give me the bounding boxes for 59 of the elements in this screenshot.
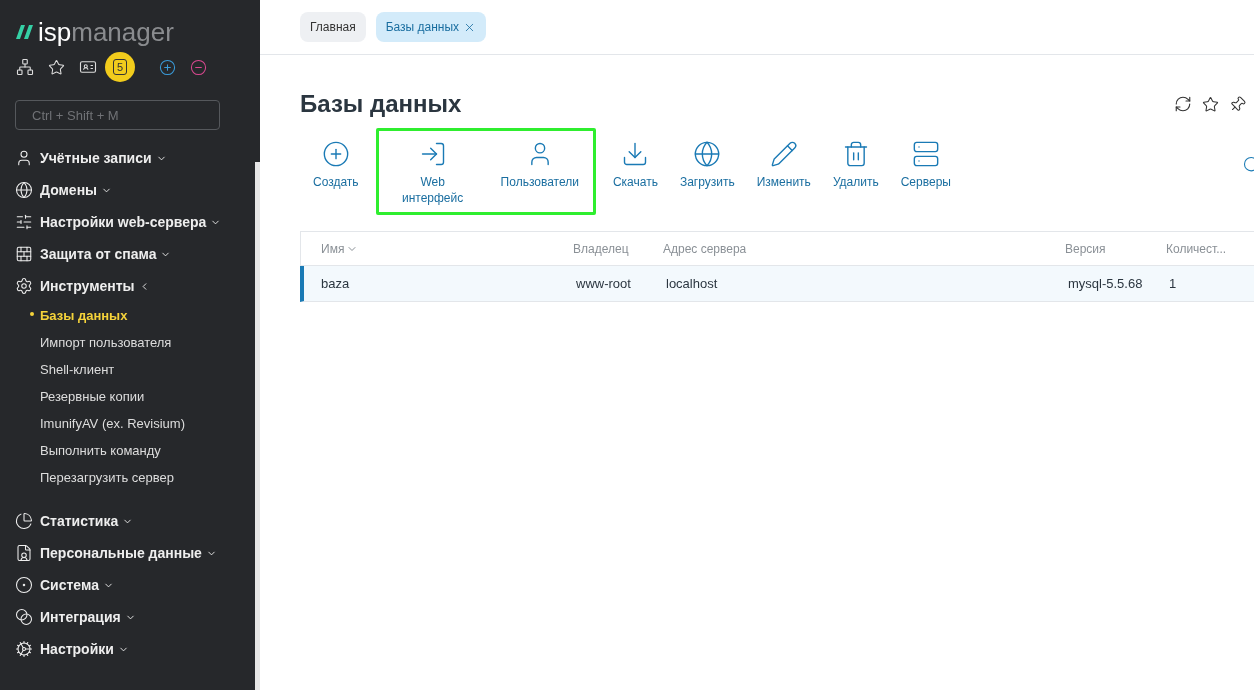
page-title: Базы данных xyxy=(300,89,463,119)
table-cell-text: baza xyxy=(320,274,351,293)
user-icon xyxy=(15,149,33,167)
sidebar-subitem[interactable]: ImunifyAV (ex. Revisium) xyxy=(0,410,255,437)
plus-icon[interactable] xyxy=(159,58,176,76)
brick-wall-icon xyxy=(15,245,33,263)
settings-icon xyxy=(15,640,33,658)
logo-mark-icon xyxy=(16,25,34,39)
table-cell-text: localhost xyxy=(666,274,719,293)
toolbar-button[interactable]: Изменить xyxy=(746,136,821,190)
sidebar-subitem[interactable]: Резервные копии xyxy=(0,383,255,410)
notification-badge[interactable]: 5 xyxy=(105,52,135,82)
toolbar-button[interactable]: Загрузить xyxy=(669,136,745,190)
minus-icon[interactable] xyxy=(190,58,207,76)
user-document-icon xyxy=(15,544,33,562)
sidebar-item[interactable]: Защита от спама xyxy=(0,238,255,270)
sidebar-item[interactable]: Домены xyxy=(0,174,255,206)
star-icon[interactable] xyxy=(48,58,65,76)
toolbar-button[interactable]: Скачать xyxy=(602,136,668,190)
table-cell-text: 1 xyxy=(1169,274,1178,293)
table-cell-text: mysql-5.5.68 xyxy=(1068,274,1144,293)
table-cell-text: www-root xyxy=(576,274,632,293)
tree-icon[interactable] xyxy=(16,58,34,76)
bullet-icon xyxy=(30,312,34,316)
table-row[interactable]: baza www-root localhost mysql-5.5.68 1 xyxy=(300,266,1254,302)
sidebar-subitem[interactable]: Перезагрузить сервер xyxy=(0,464,255,491)
tab[interactable]: Главная xyxy=(300,12,366,42)
sidebar-item[interactable]: Система xyxy=(0,569,255,601)
pencil-icon xyxy=(769,140,798,168)
tab[interactable]: Базы данных xyxy=(375,12,487,42)
refresh-icon[interactable] xyxy=(1174,95,1192,113)
logo: ispmanager xyxy=(0,0,255,50)
toolbar-button[interactable]: Серверы xyxy=(890,136,961,190)
sidebar-item[interactable]: Настройки xyxy=(0,633,255,665)
sidebar-item[interactable]: Учётные записи xyxy=(0,142,255,174)
globe-icon xyxy=(693,140,722,168)
toolbar-button[interactable]: Удалить xyxy=(822,136,889,190)
toolbar-button[interactable]: Web интерфейс xyxy=(382,136,483,206)
sidebar-subitem[interactable]: Базы данных xyxy=(0,302,255,329)
star-icon[interactable] xyxy=(1202,95,1219,113)
sidebar-item[interactable]: Настройки web-сервера xyxy=(0,206,255,238)
id-card-icon[interactable] xyxy=(79,58,97,76)
toolbar-button[interactable]: Создать xyxy=(303,136,369,190)
sidebar-subitem[interactable]: Shell-клиент xyxy=(0,356,255,383)
sidebar-item[interactable]: Персональные данные xyxy=(0,537,255,569)
sidebar-subitem[interactable]: Импорт пользователя xyxy=(0,329,255,356)
sidebar-item[interactable]: Статистика xyxy=(0,505,255,537)
sidebar-subitem[interactable]: Выполнить команду xyxy=(0,437,255,464)
plus-icon xyxy=(321,140,350,168)
toolbar-button[interactable]: Пользователи xyxy=(490,136,589,206)
pie-chart-icon xyxy=(15,512,33,530)
rings-icon xyxy=(15,608,33,626)
gear-icon xyxy=(15,277,33,295)
sidebar-item[interactable]: Интеграция xyxy=(0,601,255,633)
servers-icon xyxy=(911,140,940,168)
search-field[interactable]: Ctrl + Shift + M xyxy=(15,100,220,130)
sidebar-item[interactable]: Инструменты xyxy=(0,270,255,302)
sliders-icon xyxy=(15,213,33,231)
globe-icon xyxy=(15,181,33,199)
